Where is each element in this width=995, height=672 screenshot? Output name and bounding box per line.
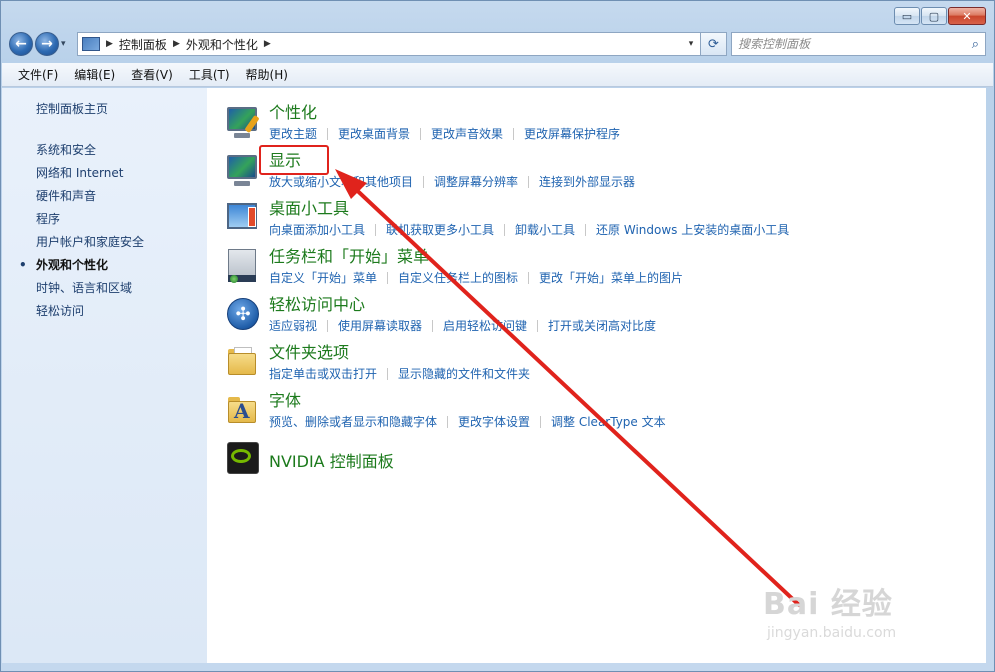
- search-icon[interactable]: ⌕: [972, 37, 979, 52]
- category-title[interactable]: 文件夹选项: [269, 343, 530, 365]
- task-link[interactable]: 打开或关闭高对比度: [548, 317, 656, 334]
- task-link[interactable]: 卸载小工具: [515, 221, 575, 238]
- sidebar-item-user-accounts[interactable]: 用户帐户和家庭安全: [36, 231, 207, 254]
- sidebar-item-appearance[interactable]: • 外观和个性化: [19, 254, 207, 277]
- task-link[interactable]: 自定义任务栏上的图标: [398, 269, 518, 286]
- category-personalization: 个性化 更改主题 更改桌面背景 更改声音效果 更改屏幕保护程序: [225, 103, 986, 151]
- maximize-button[interactable]: ▢: [921, 7, 947, 25]
- category-title[interactable]: 桌面小工具: [269, 199, 789, 221]
- active-bullet-icon: •: [19, 258, 27, 272]
- forward-button[interactable]: →: [35, 32, 59, 56]
- folder-options-icon[interactable]: [225, 345, 261, 381]
- category-taskbar-start-menu: 任务栏和「开始」菜单 自定义「开始」菜单 自定义任务栏上的图标 更改「开始」菜单…: [225, 247, 986, 295]
- menu-edit[interactable]: 编辑(E): [66, 66, 123, 83]
- breadcrumb-root-arrow[interactable]: ▶: [106, 39, 113, 49]
- sidebar-item-label: 外观和个性化: [36, 258, 109, 272]
- category-folder-options: 文件夹选项 指定单击或双击打开 显示隐藏的文件和文件夹: [225, 343, 986, 391]
- task-link[interactable]: 连接到外部显示器: [539, 173, 635, 190]
- task-link[interactable]: 预览、删除或者显示和隐藏字体: [269, 413, 437, 430]
- menu-view[interactable]: 查看(V): [123, 66, 181, 83]
- sidebar-item-ease-of-access[interactable]: 轻松访问: [36, 300, 207, 323]
- baidu-watermark-url: jingyan.baidu.com: [767, 625, 897, 641]
- breadcrumb-control-panel[interactable]: 控制面板: [119, 36, 167, 53]
- menu-bar: 文件(F) 编辑(E) 查看(V) 工具(T) 帮助(H): [2, 63, 993, 87]
- search-box[interactable]: ⌕: [731, 32, 986, 56]
- annotation-highlight-box: [259, 145, 329, 175]
- refresh-button[interactable]: ⟳: [701, 32, 727, 56]
- desktop-gadgets-icon[interactable]: [225, 201, 261, 237]
- category-fonts: A 字体 预览、删除或者显示和隐藏字体 更改字体设置 调整 ClearType …: [225, 391, 986, 439]
- category-title[interactable]: 任务栏和「开始」菜单: [269, 247, 683, 269]
- category-title[interactable]: NVIDIA 控制面板: [269, 452, 394, 474]
- category-title[interactable]: 个性化: [269, 103, 620, 125]
- taskbar-icon[interactable]: [225, 249, 261, 285]
- navigation-bar: ← → ▾ ▶ 控制面板 ▶ 外观和个性化 ▶ ▾ ⟳ ⌕: [9, 31, 986, 57]
- task-link[interactable]: 联机获取更多小工具: [386, 221, 494, 238]
- category-title[interactable]: 轻松访问中心: [269, 295, 656, 317]
- task-link[interactable]: 更改主题: [269, 125, 317, 142]
- baidu-watermark: Bai 经验: [763, 587, 893, 622]
- menu-help[interactable]: 帮助(H): [238, 66, 296, 83]
- sidebar-item-clock-language[interactable]: 时钟、语言和区域: [36, 277, 207, 300]
- sidebar-home-link[interactable]: 控制面板主页: [36, 100, 207, 117]
- sidebar-item-programs[interactable]: 程序: [36, 208, 207, 231]
- breadcrumb-arrow[interactable]: ▶: [173, 39, 180, 49]
- category-ease-of-access: ✣ 轻松访问中心 适应弱视 使用屏幕读取器 启用轻松访问键 打开或关闭高对比度: [225, 295, 986, 343]
- task-link[interactable]: 指定单击或双击打开: [269, 365, 377, 382]
- category-nvidia: NVIDIA 控制面板: [225, 439, 986, 487]
- control-panel-icon: [82, 37, 100, 51]
- close-button[interactable]: ✕: [948, 7, 986, 25]
- nvidia-icon[interactable]: [225, 441, 261, 477]
- minimize-button[interactable]: ▭: [894, 7, 920, 25]
- task-link[interactable]: 适应弱视: [269, 317, 317, 334]
- display-icon[interactable]: [225, 153, 261, 189]
- task-link[interactable]: 调整 ClearType 文本: [551, 413, 666, 430]
- sidebar-item-system-security[interactable]: 系统和安全: [36, 139, 207, 162]
- task-link[interactable]: 显示隐藏的文件和文件夹: [398, 365, 530, 382]
- menu-tools[interactable]: 工具(T): [181, 66, 238, 83]
- address-dropdown-icon[interactable]: ▾: [682, 39, 700, 49]
- category-desktop-gadgets: 桌面小工具 向桌面添加小工具 联机获取更多小工具 卸载小工具 还原 Window…: [225, 199, 986, 247]
- search-input[interactable]: [738, 37, 972, 51]
- breadcrumb-arrow[interactable]: ▶: [264, 39, 271, 49]
- task-link[interactable]: 更改桌面背景: [338, 125, 410, 142]
- personalization-icon[interactable]: [225, 105, 261, 141]
- task-link[interactable]: 向桌面添加小工具: [269, 221, 365, 238]
- task-link[interactable]: 更改屏幕保护程序: [524, 125, 620, 142]
- ease-of-access-icon[interactable]: ✣: [225, 297, 261, 333]
- task-link[interactable]: 放大或缩小文本和其他项目: [269, 173, 413, 190]
- fonts-icon[interactable]: A: [225, 393, 261, 429]
- category-display: 显示 放大或缩小文本和其他项目 调整屏幕分辨率 连接到外部显示器: [225, 151, 986, 199]
- recent-pages-dropdown[interactable]: ▾: [61, 39, 73, 49]
- sidebar-item-network[interactable]: 网络和 Internet: [36, 162, 207, 185]
- sidebar: 控制面板主页 系统和安全 网络和 Internet 硬件和声音 程序 用户帐户和…: [2, 88, 207, 663]
- task-link[interactable]: 使用屏幕读取器: [338, 317, 422, 334]
- task-link[interactable]: 更改「开始」菜单上的图片: [539, 269, 683, 286]
- back-button[interactable]: ←: [9, 32, 33, 56]
- sidebar-item-hardware-sound[interactable]: 硬件和声音: [36, 185, 207, 208]
- category-title[interactable]: 字体: [269, 391, 666, 413]
- task-link[interactable]: 更改字体设置: [458, 413, 530, 430]
- refresh-icon: ⟳: [708, 36, 719, 52]
- content-area: 控制面板主页 系统和安全 网络和 Internet 硬件和声音 程序 用户帐户和…: [2, 88, 986, 663]
- breadcrumb-appearance[interactable]: 外观和个性化: [186, 36, 258, 53]
- task-link[interactable]: 自定义「开始」菜单: [269, 269, 377, 286]
- control-panel-window: ▭ ▢ ✕ ← → ▾ ▶ 控制面板 ▶ 外观和个性化 ▶ ▾ ⟳ ⌕ 文件(F…: [0, 0, 995, 672]
- menu-file[interactable]: 文件(F): [10, 66, 66, 83]
- task-link[interactable]: 还原 Windows 上安装的桌面小工具: [596, 221, 789, 238]
- task-link[interactable]: 更改声音效果: [431, 125, 503, 142]
- caption-buttons: ▭ ▢ ✕: [894, 7, 986, 25]
- task-link[interactable]: 启用轻松访问键: [443, 317, 527, 334]
- address-bar[interactable]: ▶ 控制面板 ▶ 外观和个性化 ▶ ▾: [77, 32, 701, 56]
- task-link[interactable]: 调整屏幕分辨率: [434, 173, 518, 190]
